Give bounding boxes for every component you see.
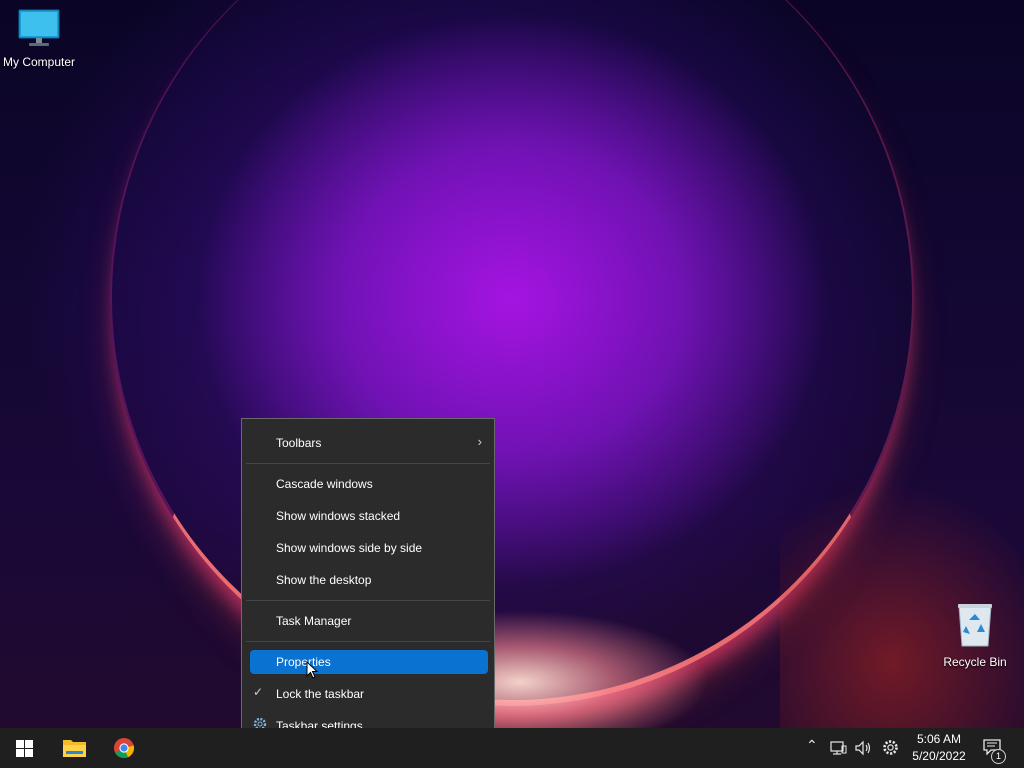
- chevron-right-icon: ›: [477, 434, 482, 449]
- menu-item-properties[interactable]: Properties: [250, 650, 488, 674]
- taskbar[interactable]: ⌃ 5:06 AM 5/20/2022: [0, 728, 1024, 768]
- folder-icon: [63, 740, 86, 757]
- desktop-icon-label: My Computer: [2, 55, 76, 69]
- desktop-icon-my-computer[interactable]: My Computer: [0, 8, 78, 69]
- menu-item-label: Properties: [276, 655, 331, 669]
- menu-item-cascade-windows[interactable]: Cascade windows: [250, 472, 488, 496]
- menu-item-lock-the-taskbar[interactable]: ✓ Lock the taskbar: [250, 682, 488, 706]
- taskbar-chrome[interactable]: [100, 728, 148, 768]
- menu-item-label: Show windows stacked: [276, 509, 401, 523]
- taskbar-clock[interactable]: 5:06 AM 5/20/2022: [906, 731, 972, 765]
- menu-separator: [246, 641, 490, 642]
- desktop-wallpaper[interactable]: My Computer Recycle Bin: [0, 0, 1024, 728]
- menu-item-show-windows-side-by-side[interactable]: Show windows side by side: [250, 536, 488, 560]
- menu-item-task-manager[interactable]: Task Manager: [250, 609, 488, 633]
- clock-date: 5/20/2022: [912, 749, 966, 763]
- notification-count-badge: 1: [991, 749, 1006, 764]
- menu-separator: [246, 463, 490, 464]
- clock-time: 5:06 AM: [916, 732, 962, 746]
- menu-item-label: Show the desktop: [276, 573, 372, 587]
- menu-item-label: Cascade windows: [276, 477, 373, 491]
- menu-item-toolbars[interactable]: Toolbars ›: [250, 431, 488, 455]
- checkmark-icon: ✓: [253, 685, 264, 699]
- menu-item-show-windows-stacked[interactable]: Show windows stacked: [250, 504, 488, 528]
- mouse-cursor-icon: [306, 661, 318, 679]
- taskbar-context-menu: Toolbars › Cascade windows Show windows …: [241, 418, 495, 749]
- network-icon[interactable]: [830, 740, 847, 756]
- menu-item-label: Toolbars: [276, 436, 322, 450]
- desktop-icon-label: Recycle Bin: [943, 655, 1007, 669]
- menu-item-label: Task Manager: [276, 614, 352, 628]
- volume-icon[interactable]: [855, 740, 872, 756]
- chevron-up-icon[interactable]: ⌃: [806, 737, 818, 754]
- chrome-icon: [114, 738, 135, 759]
- gear-icon[interactable]: [882, 739, 899, 756]
- desktop-icon-recycle-bin[interactable]: Recycle Bin: [936, 602, 1014, 669]
- start-button[interactable]: [0, 728, 48, 768]
- menu-item-label: Show windows side by side: [276, 541, 423, 555]
- menu-separator: [246, 600, 490, 601]
- windows-logo-icon: [16, 740, 33, 757]
- menu-item-label: Lock the taskbar: [276, 687, 365, 701]
- recycle-bin-icon: [958, 604, 992, 647]
- taskbar-file-explorer[interactable]: [50, 728, 98, 768]
- menu-item-show-the-desktop[interactable]: Show the desktop: [250, 568, 488, 592]
- monitor-icon: [18, 9, 60, 46]
